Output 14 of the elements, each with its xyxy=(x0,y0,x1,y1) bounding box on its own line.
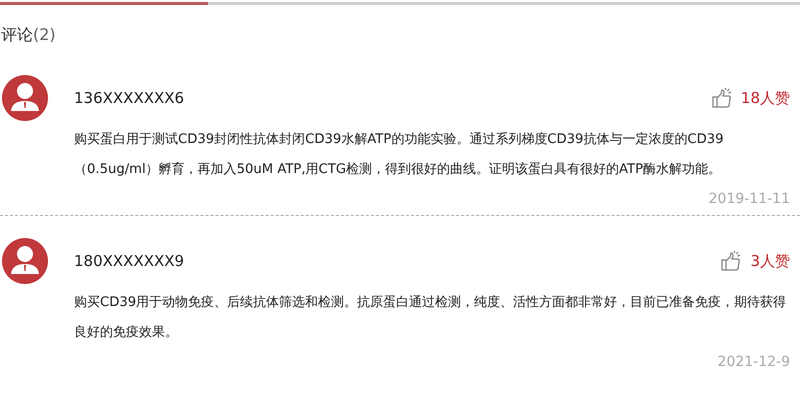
like-button[interactable]: 3人赞 xyxy=(720,250,790,272)
avatar-icon xyxy=(2,238,48,284)
comments-title: 评论 xyxy=(1,25,33,46)
comment-date: 2019-11-11 xyxy=(708,191,790,207)
thumbs-up-icon xyxy=(710,87,733,109)
thumbs-up-icon xyxy=(720,250,742,272)
avatar-icon xyxy=(2,75,48,121)
user-name: 180XXXXXXX9 xyxy=(74,252,184,270)
user-name: 136XXXXXXX6 xyxy=(74,89,184,107)
comment-date: 2021-12-9 xyxy=(718,354,790,370)
comment-text: 购买蛋白用于测试CD39封闭性抗体封闭CD39水解ATP的功能实验。通过系列梯度CD39抗体与一定浓度的CD39（0.5ug/ml）孵育，再加入50uM ATP,用CTG检测，得到很好的曲线。证明该蛋白具有很好的ATP酶水解功能。 xyxy=(74,131,725,179)
comment-text: 购买CD39用于动物免疫、后续抗体筛选和检测。抗原蛋白通过检测，纯度、活性方面都非常好，目前已准备免疫，期待获得良好的免疫效果。 xyxy=(74,294,788,342)
comments-count: (2) xyxy=(33,25,56,44)
like-button[interactable]: 18人赞 xyxy=(710,87,790,109)
